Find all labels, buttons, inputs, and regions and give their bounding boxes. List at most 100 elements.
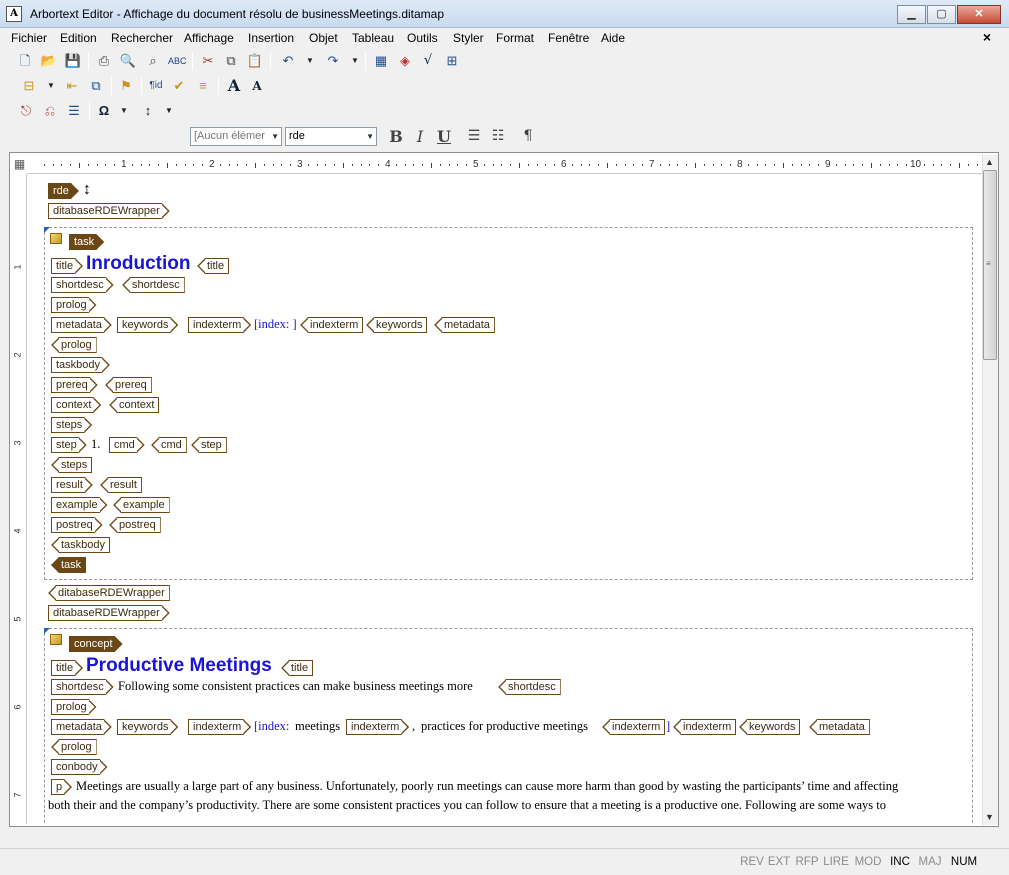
tag-keywords-close[interactable]: keywords: [366, 317, 428, 333]
split-element-icon[interactable]: ⧉: [87, 77, 105, 95]
font-smaller-icon[interactable]: A: [248, 77, 266, 95]
element-type-combo[interactable]: [Aucun élémer ▼: [190, 127, 282, 146]
tag-keywords-open[interactable]: keywords: [117, 317, 178, 333]
tag-taskbody-open[interactable]: taskbody: [51, 357, 110, 373]
tag-prolog-close[interactable]: prolog: [51, 739, 97, 755]
change-element-icon[interactable]: ⇤: [63, 77, 81, 95]
special-character-icon[interactable]: Ω: [95, 102, 113, 120]
generated-text-icon[interactable]: ☰: [65, 102, 83, 120]
tag-prereq-close[interactable]: prereq: [105, 377, 152, 393]
tag-prolog-open[interactable]: prolog: [51, 297, 97, 313]
tag-indexterm-open-nested[interactable]: indexterm: [346, 719, 409, 735]
close-window-button[interactable]: ✕: [957, 5, 1001, 24]
tag-rde-open[interactable]: rde: [48, 183, 79, 199]
tag-steps-open[interactable]: steps: [51, 417, 92, 433]
tag-shortdesc-open[interactable]: shortdesc: [51, 679, 114, 695]
line-spacing-dropdown-icon[interactable]: ▼: [165, 102, 173, 120]
menu-styler[interactable]: Styler: [453, 30, 484, 46]
print-preview-icon[interactable]: 🔍: [119, 52, 137, 70]
tag-postreq-close[interactable]: postreq: [109, 517, 161, 533]
style-combo[interactable]: rde ▼: [285, 127, 377, 146]
tag-postreq-open[interactable]: postreq: [51, 517, 103, 533]
table-icon[interactable]: ▦: [372, 52, 390, 70]
tag-wrapper-open-2[interactable]: ditabaseRDEWrapper: [48, 605, 170, 621]
element-list-icon[interactable]: ≡: [194, 77, 212, 95]
line-spacing-icon[interactable]: ↕: [139, 102, 157, 120]
tag-conbody-open[interactable]: conbody: [51, 759, 108, 775]
tag-wrapper-close[interactable]: ditabaseRDEWrapper: [48, 585, 170, 601]
cut-icon[interactable]: ✂: [199, 52, 217, 70]
graphic-icon[interactable]: ◈: [396, 52, 414, 70]
topic-cube-icon[interactable]: [50, 233, 62, 244]
scroll-up-arrow-icon[interactable]: ▲: [985, 157, 994, 167]
bulleted-list-icon[interactable]: ☷: [488, 127, 508, 146]
index-marker-close[interactable]: ]: [666, 719, 670, 734]
special-character-dropdown-icon[interactable]: ▼: [120, 102, 128, 120]
undo-dropdown-icon[interactable]: ▼: [306, 52, 314, 70]
index-term-practices[interactable]: practices for productive meetings: [421, 719, 588, 734]
undo-icon[interactable]: ↶: [279, 52, 297, 70]
ruler-settings-icon[interactable]: ▦: [12, 155, 27, 174]
equation-icon[interactable]: √: [419, 52, 437, 70]
copy-icon[interactable]: ⧉: [222, 52, 240, 70]
horizontal-scrollbar[interactable]: [12, 827, 998, 844]
scroll-down-arrow-icon[interactable]: ▼: [985, 812, 994, 822]
tag-result-close[interactable]: result: [100, 477, 142, 493]
tag-example-open[interactable]: example: [51, 497, 108, 513]
menu-fenetre[interactable]: Fenêtre: [548, 30, 589, 46]
spell-check-icon[interactable]: ABC: [168, 52, 187, 70]
menu-tableau[interactable]: Tableau: [352, 30, 394, 46]
concept-title-heading[interactable]: Productive Meetings: [86, 655, 272, 677]
tag-metadata-open[interactable]: metadata: [51, 719, 112, 735]
tag-indexterm-open[interactable]: indexterm: [188, 317, 251, 333]
paragraph-line-1[interactable]: Meetings are usually a large part of any…: [76, 779, 898, 794]
tag-shortdesc-close[interactable]: shortdesc: [498, 679, 561, 695]
tag-result-open[interactable]: result: [51, 477, 93, 493]
tag-example-close[interactable]: example: [113, 497, 170, 513]
document-view[interactable]: rde ditabaseRDEWrapper task title Inrodu…: [28, 175, 982, 825]
menu-rechercher[interactable]: Rechercher: [111, 30, 173, 46]
topic-cube-icon[interactable]: [50, 634, 62, 645]
menu-objet[interactable]: Objet: [309, 30, 338, 46]
index-marker[interactable]: [index: ]: [254, 317, 297, 332]
task-title-heading[interactable]: Inroduction: [86, 253, 190, 275]
tag-indexterm-close[interactable]: indexterm: [300, 317, 364, 333]
italic-button[interactable]: I: [410, 127, 430, 146]
paste-icon[interactable]: 📋: [246, 52, 264, 70]
tag-indexterm-close-nested[interactable]: indexterm: [602, 719, 666, 735]
tag-steps-close[interactable]: steps: [51, 457, 93, 473]
paragraph-line-2[interactable]: both their and the company’s productivit…: [48, 798, 886, 813]
tag-prolog-open[interactable]: prolog: [51, 699, 97, 715]
tag-keywords-open[interactable]: keywords: [117, 719, 178, 735]
font-larger-icon[interactable]: A: [225, 77, 243, 95]
index-marker-prefix[interactable]: [index:: [254, 719, 289, 734]
insert-element-icon[interactable]: ⊟: [20, 77, 38, 95]
tag-context-open[interactable]: context: [51, 397, 101, 413]
arbortext-app-icon[interactable]: A: [6, 6, 22, 22]
tag-context-close[interactable]: context: [109, 397, 160, 413]
tag-concept-open[interactable]: concept: [69, 636, 123, 652]
open-folder-icon[interactable]: 📂: [40, 52, 58, 70]
xref-icon[interactable]: ⎌: [41, 102, 59, 120]
underline-button[interactable]: U: [434, 127, 454, 146]
tag-indexterm-close[interactable]: indexterm: [673, 719, 737, 735]
numbered-list-icon[interactable]: ☰: [464, 127, 484, 146]
tag-metadata-open[interactable]: metadata: [51, 317, 112, 333]
reference-icon[interactable]: ⎋: [17, 102, 35, 120]
tag-indexterm-open[interactable]: indexterm: [188, 719, 251, 735]
check-completeness-icon[interactable]: ✔: [170, 77, 188, 95]
maximize-button[interactable]: ▢: [927, 5, 956, 24]
redo-dropdown-icon[interactable]: ▼: [351, 52, 359, 70]
insert-element-dropdown-icon[interactable]: ▼: [47, 77, 55, 95]
menu-edition[interactable]: Edition: [60, 30, 97, 46]
show-pilcrow-icon[interactable]: ¶: [518, 127, 538, 146]
menu-outils[interactable]: Outils: [407, 30, 438, 46]
menu-affichage[interactable]: Affichage: [184, 30, 234, 46]
tag-taskbody-close[interactable]: taskbody: [51, 537, 111, 553]
menu-aide[interactable]: Aide: [601, 30, 625, 46]
find-binoculars-icon[interactable]: ⌕: [144, 52, 162, 70]
print-icon[interactable]: ⎙: [95, 52, 113, 70]
save-icon[interactable]: 💾: [64, 52, 82, 70]
tag-wrapper-open[interactable]: ditabaseRDEWrapper: [48, 203, 170, 219]
tag-shortdesc-close[interactable]: shortdesc: [122, 277, 185, 293]
